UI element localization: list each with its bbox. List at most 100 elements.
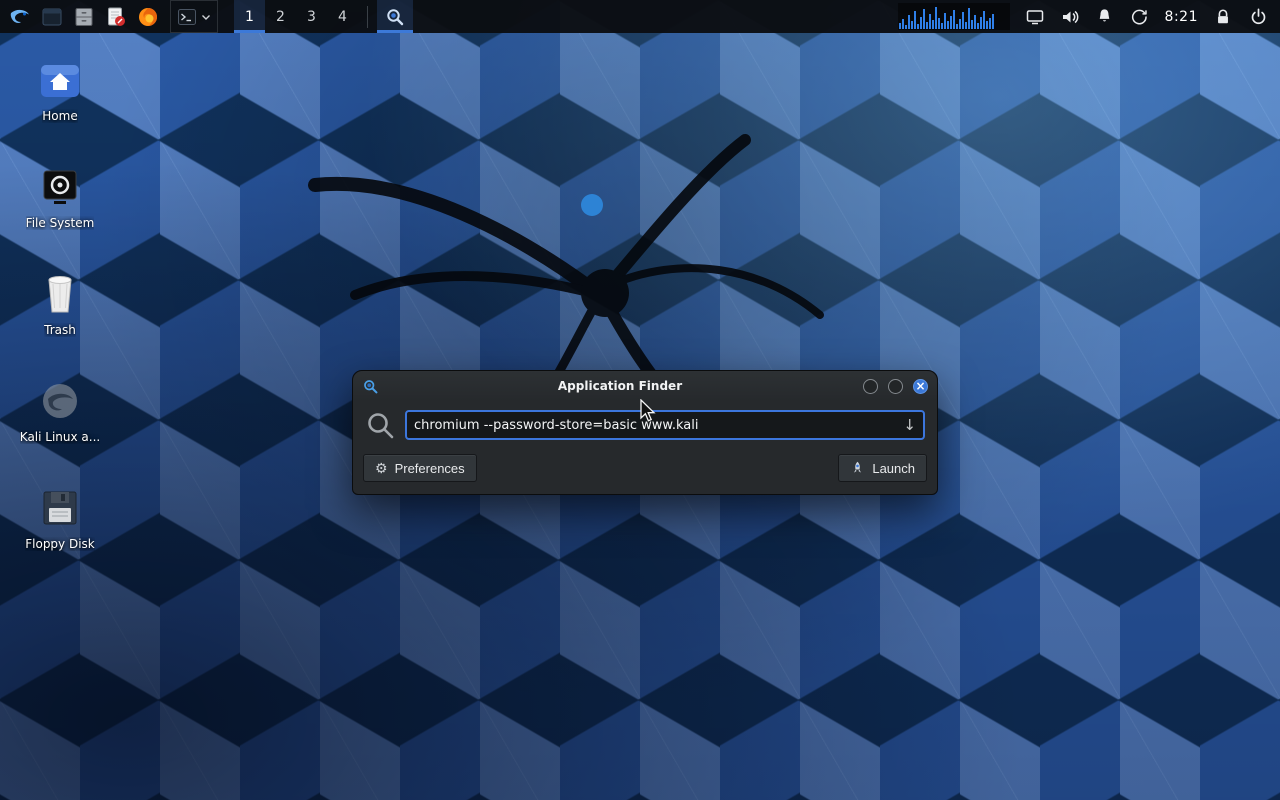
cpu-bar — [971, 20, 973, 29]
launch-label: Launch — [872, 461, 915, 476]
top-panel: 1 2 3 4 — [0, 0, 1280, 33]
window-icon — [41, 6, 63, 28]
desktop-icon-kali-linux[interactable]: Kali Linux a... — [10, 377, 110, 444]
workspace-4[interactable]: 4 — [327, 0, 358, 33]
cpu-bar — [920, 17, 922, 29]
cpu-bar — [965, 22, 967, 29]
close-button[interactable]: × — [913, 379, 928, 394]
file-cabinet-icon — [73, 6, 95, 28]
blue-orb — [581, 194, 603, 216]
arrow-down-icon: ↓ — [903, 416, 916, 434]
workspace-1[interactable]: 1 — [234, 0, 265, 33]
floppy-disk-icon — [36, 484, 84, 532]
cpu-bar — [944, 13, 946, 29]
text-editor-icon — [105, 6, 127, 28]
window-controls: × — [863, 379, 928, 394]
cpu-graph[interactable] — [898, 3, 1010, 30]
kali-menu-button[interactable] — [4, 0, 36, 33]
cpu-bar — [968, 8, 970, 29]
display-icon[interactable] — [1025, 7, 1045, 27]
cpu-bar — [932, 20, 934, 29]
workspace-2[interactable]: 2 — [265, 0, 296, 33]
cpu-bar — [926, 22, 928, 29]
desktop-icon-trash[interactable]: Trash — [10, 270, 110, 337]
titlebar[interactable]: Application Finder × — [353, 371, 937, 401]
dragon-body — [581, 269, 629, 317]
cpu-bar — [899, 23, 901, 29]
cpu-bar — [905, 25, 907, 29]
home-icon — [36, 56, 84, 104]
panel-left-group: 1 2 3 4 — [0, 0, 413, 33]
preferences-button[interactable]: ⚙ Preferences — [363, 454, 477, 482]
cpu-bar — [917, 24, 919, 29]
preferences-label: Preferences — [395, 461, 465, 476]
window-app-icon — [362, 378, 379, 395]
launcher-file-manager[interactable] — [68, 0, 100, 33]
cpu-bar — [950, 16, 952, 29]
launch-rocket-icon — [850, 461, 865, 476]
terminal-icon — [177, 7, 197, 27]
panel-right-group: 8:21 — [898, 0, 1280, 33]
desktop-icon-label: Home — [42, 109, 77, 123]
cpu-bar — [935, 7, 937, 29]
cpu-bar — [956, 24, 958, 29]
launcher-text-editor[interactable] — [100, 0, 132, 33]
desktop-icon-label: File System — [26, 216, 95, 230]
window-title: Application Finder — [393, 379, 847, 393]
cpu-bar — [902, 19, 904, 29]
launch-button[interactable]: Launch — [838, 454, 927, 482]
trash-icon — [36, 270, 84, 318]
cpu-bar — [923, 9, 925, 29]
window-footer: ⚙ Preferences Launch — [353, 446, 937, 494]
command-box: ↓ — [405, 410, 925, 440]
lock-icon[interactable] — [1213, 7, 1233, 27]
cpu-bar — [938, 18, 940, 29]
desktop-icon-file-system[interactable]: File System — [10, 163, 110, 230]
command-input[interactable] — [414, 418, 897, 433]
cpu-bar — [908, 15, 910, 29]
cpu-bar — [962, 12, 964, 29]
volume-icon[interactable] — [1060, 7, 1080, 27]
power-icon[interactable] — [1248, 7, 1268, 27]
gear-icon: ⚙ — [375, 460, 388, 477]
taskbar-application-finder[interactable] — [377, 0, 413, 33]
cpu-bar — [980, 17, 982, 29]
update-status-icon[interactable] — [1130, 7, 1150, 27]
workspace-3[interactable]: 3 — [296, 0, 327, 33]
desktop-icon-floppy-disk[interactable]: Floppy Disk — [10, 484, 110, 551]
cpu-bar — [911, 21, 913, 29]
cpu-bar — [974, 15, 976, 29]
firefox-icon — [137, 6, 159, 28]
desktop-icon-home[interactable]: Home — [10, 56, 110, 123]
workspace-switcher: 1 2 3 4 — [234, 0, 358, 33]
launcher-window[interactable] — [36, 0, 68, 33]
cpu-bar — [986, 21, 988, 29]
chevron-down-icon — [201, 13, 211, 21]
launcher-terminal-menu[interactable] — [170, 0, 218, 33]
minimize-button[interactable] — [863, 379, 878, 394]
close-icon: × — [915, 380, 925, 392]
cpu-bar — [941, 23, 943, 29]
launcher-firefox[interactable] — [132, 0, 164, 33]
app-finder-task-icon — [385, 7, 405, 27]
maximize-button[interactable] — [888, 379, 903, 394]
cpu-bar — [989, 18, 991, 29]
notifications-bell-icon[interactable] — [1095, 7, 1115, 27]
kali-logo-icon — [8, 5, 32, 29]
desktop-icon-label: Trash — [44, 323, 76, 337]
cpu-bar — [959, 19, 961, 29]
application-finder-window: Application Finder × ↓ ⚙ Preferences — [352, 370, 938, 495]
panel-separator — [367, 6, 368, 28]
cpu-bar — [947, 21, 949, 29]
history-dropdown-button[interactable]: ↓ — [897, 416, 916, 434]
cpu-bar — [914, 11, 916, 29]
cpu-bar — [992, 14, 994, 29]
search-icon — [365, 410, 395, 440]
desktop-icon-label: Kali Linux a... — [20, 430, 100, 444]
file-system-icon — [36, 163, 84, 211]
clock[interactable]: 8:21 — [1165, 9, 1198, 25]
cpu-bar — [953, 10, 955, 29]
kali-docs-icon — [36, 377, 84, 425]
desktop-icon-label: Floppy Disk — [25, 537, 95, 551]
search-row: ↓ — [353, 401, 937, 446]
